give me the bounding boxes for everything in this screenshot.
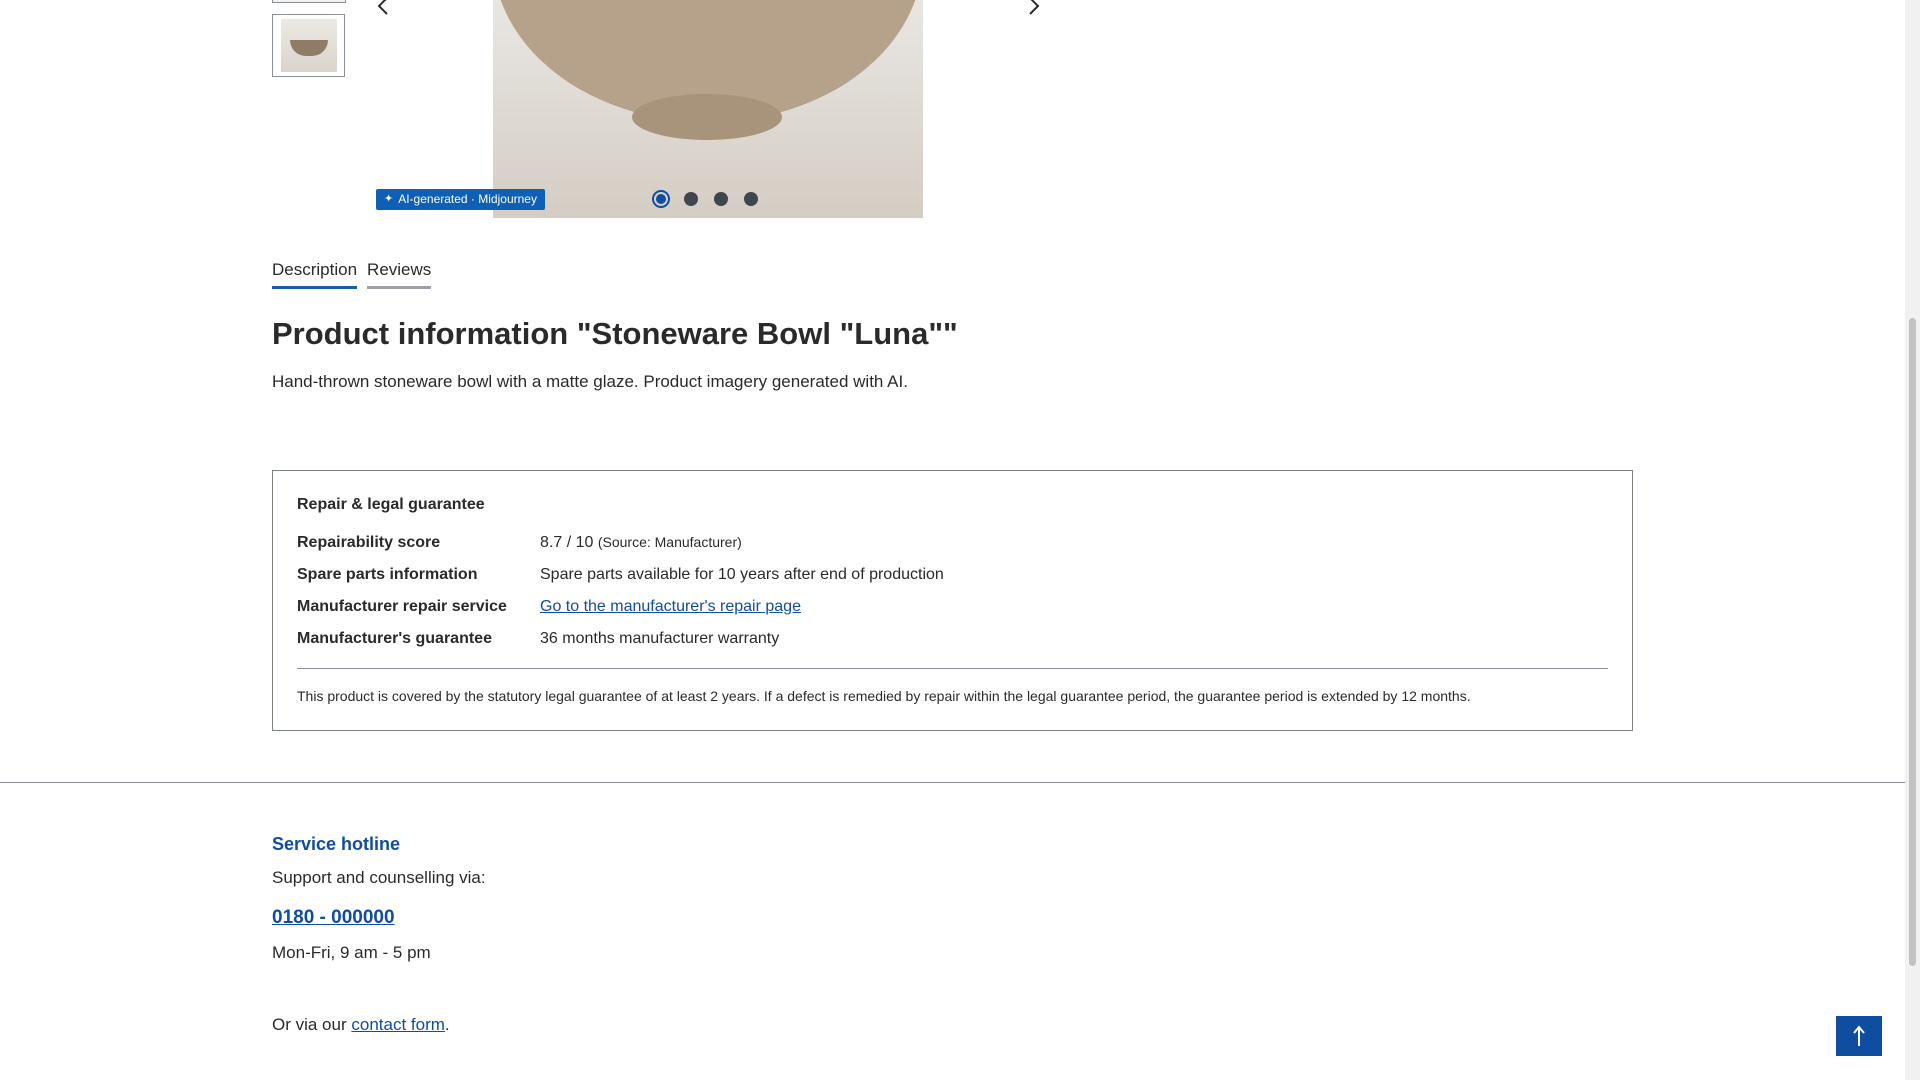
gallery-prev-button[interactable]: [371, 0, 395, 18]
repair-service-row: Manufacturer repair service Go to the ma…: [297, 598, 801, 616]
tab-description[interactable]: Description: [272, 260, 358, 289]
gallery-pagination: [652, 190, 760, 208]
repair-page-link[interactable]: Go to the manufacturer's repair page: [540, 598, 801, 616]
gallery-dot-2[interactable]: [682, 190, 700, 208]
hotline-hours: Mon-Fri, 9 am - 5 pm: [272, 943, 431, 962]
section-divider: [0, 782, 1905, 783]
gallery-dot-1[interactable]: [652, 190, 670, 208]
product-description: Hand-thrown stoneware bowl with a matte …: [272, 372, 908, 391]
product-title: Product information "Stoneware Bowl "Lun…: [272, 316, 958, 351]
repairability-label: Repairability score: [297, 534, 441, 551]
gallery-next-button[interactable]: [1022, 0, 1046, 18]
repair-heading: Repair & legal guarantee: [297, 496, 485, 513]
repair-guarantee-box: Repair & legal guarantee Repairability s…: [272, 470, 1633, 731]
repair-divider: [297, 668, 1608, 669]
spare-parts-value: Spare parts available for 10 years after…: [540, 566, 944, 583]
gallery-dot-4[interactable]: [742, 190, 760, 208]
service-hotline-title: Service hotline: [272, 834, 401, 854]
repairability-score: 8.7 / 10: [540, 534, 594, 551]
repairability-source: (Source: Manufacturer): [597, 534, 742, 550]
main-product-image: [493, 0, 923, 218]
thumbnail-previous[interactable]: [272, 0, 346, 3]
guarantee-value: 36 months manufacturer warranty: [540, 630, 780, 647]
ai-badge-label: AI-generated · Midjourney: [398, 192, 537, 206]
sparkle-icon: ✦: [384, 193, 394, 205]
thumbnail-bowl[interactable]: [272, 14, 345, 77]
spare-parts-label: Spare parts information: [297, 566, 478, 583]
repairability-row: Repairability score 8.7 / 10 (Source: Ma…: [297, 534, 742, 552]
guarantee-row: Manufacturer's guarantee 36 months manuf…: [297, 630, 779, 648]
contact-suffix: .: [444, 1015, 450, 1034]
bowl-foot: [632, 94, 782, 140]
contact-line: Or via our contact form.: [272, 1015, 450, 1035]
chevron-right-icon: [1029, 0, 1040, 15]
service-subtitle: Support and counselling via:: [272, 868, 486, 887]
contact-prefix: Or via our: [272, 1015, 347, 1034]
contact-form-link[interactable]: contact form: [351, 1015, 445, 1034]
scrollbar-thumb[interactable]: [1909, 318, 1916, 966]
repair-service-label: Manufacturer repair service: [297, 598, 507, 615]
spare-parts-row: Spare parts information Spare parts avai…: [297, 566, 944, 584]
hotline-phone-link[interactable]: 0180 - 000000: [272, 907, 395, 929]
product-tabs: Description Reviews: [272, 260, 432, 289]
tab-reviews[interactable]: Reviews: [367, 260, 432, 289]
guarantee-label: Manufacturer's guarantee: [297, 630, 492, 647]
page-scrollbar[interactable]: [1905, 0, 1920, 1080]
legal-guarantee-note: This product is covered by the statutory…: [297, 688, 1471, 704]
repairability-value: 8.7 / 10 (Source: Manufacturer): [540, 534, 742, 552]
gallery-dot-3[interactable]: [712, 190, 730, 208]
ai-generated-badge: ✦ AI-generated · Midjourney: [376, 189, 545, 210]
arrow-up-icon: [1853, 1025, 1865, 1046]
chevron-left-icon: [377, 0, 388, 15]
product-page: ✦ AI-generated · Midjourney Description …: [0, 0, 1905, 1080]
thumbnail-image: [280, 19, 337, 72]
back-to-top-button[interactable]: [1836, 1016, 1882, 1056]
